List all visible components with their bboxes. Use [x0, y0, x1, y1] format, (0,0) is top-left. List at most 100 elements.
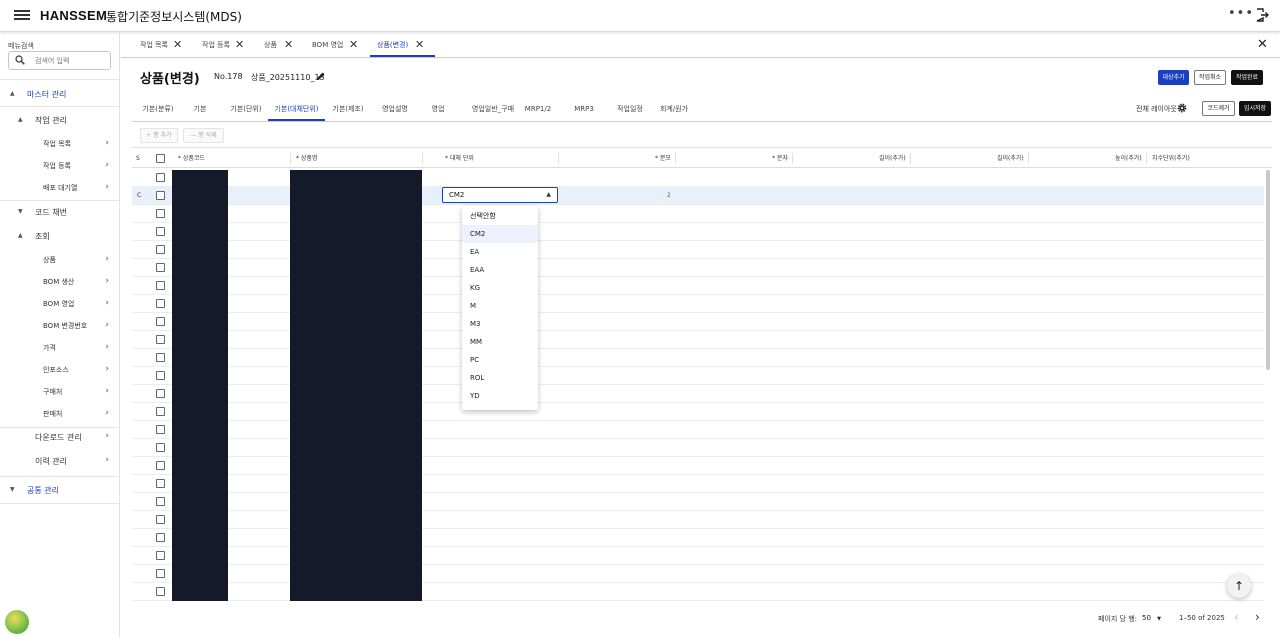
dropdown-option[interactable]: ROL — [462, 369, 538, 387]
sidebar-item-history-management[interactable]: 이력 관리 › — [0, 455, 119, 470]
row-checkbox[interactable] — [156, 443, 165, 452]
subtab-mrp12[interactable]: MRP1/2 — [523, 98, 553, 121]
row-checkbox[interactable] — [156, 263, 165, 272]
subtab-accounting-cost[interactable]: 회계/원가 — [656, 98, 692, 121]
sidebar-item-bom-change-number[interactable]: BOM 변경번호 › — [0, 320, 119, 333]
row-checkbox[interactable] — [156, 533, 165, 542]
more-options-icon[interactable]: ••• — [1228, 6, 1254, 21]
column-separator[interactable] — [910, 153, 911, 164]
sidebar-item-work-register[interactable]: 작업 등록 › — [0, 160, 119, 173]
close-tab-icon[interactable]: ✕ — [415, 33, 424, 57]
column-separator[interactable] — [558, 153, 559, 164]
sidebar-item-master[interactable]: ▲ 마스터 관리 — [0, 89, 119, 103]
column-separator[interactable] — [290, 153, 291, 164]
tab-product[interactable]: 상품 ✕ — [264, 33, 296, 57]
dropdown-option[interactable]: EAA — [462, 261, 538, 279]
row-checkbox[interactable] — [156, 587, 165, 596]
sidebar-item-work-list[interactable]: 작업 목록 › — [0, 138, 119, 151]
dropdown-option[interactable]: CM2 — [462, 225, 538, 243]
dropdown-option[interactable]: YD — [462, 387, 538, 405]
scroll-to-top-button[interactable]: ↑ — [1227, 574, 1251, 598]
row-checkbox[interactable] — [156, 425, 165, 434]
next-page-icon[interactable]: › — [1255, 610, 1260, 624]
row-checkbox[interactable] — [156, 317, 165, 326]
rows-per-page-select[interactable]: 50 ▼ — [1142, 614, 1161, 622]
column-header-length-2[interactable]: 길이(추가) — [997, 149, 1024, 168]
column-header-alt-unit[interactable]: * 대체 단위 — [445, 149, 474, 168]
column-header-product-code[interactable]: * 상품코드 — [178, 149, 205, 168]
row-checkbox[interactable] — [156, 281, 165, 290]
row-checkbox[interactable] — [156, 227, 165, 236]
close-all-tabs-icon[interactable]: ✕ — [1257, 37, 1268, 52]
alt-unit-select[interactable]: CM2 ▲ — [442, 187, 558, 203]
sidebar-item-deploy-queue[interactable]: 배포 대기열 › — [0, 182, 119, 195]
column-separator[interactable] — [1028, 153, 1029, 164]
grid-vertical-scrollbar[interactable] — [1266, 170, 1270, 370]
sidebar-item-bom-production[interactable]: BOM 생산 › — [0, 276, 119, 289]
tab-product-change[interactable]: 상품(변경) ✕ — [370, 33, 435, 57]
column-header-status[interactable]: S — [136, 149, 140, 168]
sidebar-item-seller[interactable]: 판매처 › — [0, 408, 119, 421]
close-tab-icon[interactable]: ✕ — [284, 33, 293, 57]
temp-save-button[interactable]: 임시저장 — [1239, 101, 1271, 116]
subtab-basic-manufacture[interactable]: 기본(제조) — [328, 98, 368, 121]
row-checkbox[interactable] — [156, 569, 165, 578]
sidebar-item-product[interactable]: 상품 › — [0, 254, 119, 267]
column-header-numerator[interactable]: * 분자 — [772, 149, 788, 168]
column-header-denominator[interactable]: * 분모 — [655, 149, 671, 168]
sidebar-item-inquiry[interactable]: ▲ 조회 — [0, 231, 119, 245]
column-separator[interactable] — [422, 153, 423, 164]
logout-icon[interactable] — [1255, 8, 1269, 22]
subtab-basic[interactable]: 기본 — [188, 98, 212, 121]
subtab-sales-general-purchase[interactable]: 영업일반_구매 — [465, 98, 521, 121]
hamburger-menu-icon[interactable] — [14, 8, 30, 24]
subtab-sales[interactable]: 영업 — [426, 98, 450, 121]
sidebar-item-price[interactable]: 가격 › — [0, 342, 119, 355]
row-checkbox[interactable] — [156, 497, 165, 506]
select-all-checkbox[interactable] — [156, 154, 165, 163]
menu-search-input[interactable] — [35, 54, 107, 67]
column-header-product-name[interactable]: * 상품명 — [296, 149, 317, 168]
row-checkbox[interactable] — [156, 515, 165, 524]
row-checkbox[interactable] — [156, 551, 165, 560]
cancel-work-button[interactable]: 작업취소 — [1194, 70, 1226, 85]
row-checkbox[interactable] — [156, 173, 165, 182]
row-checkbox[interactable] — [156, 191, 165, 200]
column-separator[interactable] — [675, 153, 676, 164]
subtab-basic-alt-unit[interactable]: 기본(대체단위) — [268, 98, 325, 121]
column-header-length-1[interactable]: 길이(추가) — [879, 149, 906, 168]
sidebar-item-work-management[interactable]: ▲ 작업 관리 — [0, 115, 119, 129]
previous-page-icon[interactable]: ‹ — [1234, 610, 1239, 624]
sidebar-item-supplier[interactable]: 구매처 › — [0, 386, 119, 399]
row-checkbox[interactable] — [156, 389, 165, 398]
delete-row-button[interactable]: — 행 삭제 — [183, 128, 224, 143]
close-tab-icon[interactable]: ✕ — [173, 33, 182, 57]
dropdown-option[interactable]: PC — [462, 351, 538, 369]
tab-work-list[interactable]: 작업 목록 ✕ — [140, 33, 198, 57]
subtab-basic-unit[interactable]: 기본(단위) — [226, 98, 266, 121]
add-target-button[interactable]: 대상추가 — [1158, 70, 1189, 85]
close-tab-icon[interactable]: ✕ — [235, 33, 244, 57]
subtab-work-schedule[interactable]: 작업일정 — [612, 98, 648, 121]
denominator-cell-value[interactable]: 2 — [667, 192, 671, 199]
row-checkbox[interactable] — [156, 209, 165, 218]
row-checkbox[interactable] — [156, 371, 165, 380]
complete-work-button[interactable]: 작업완료 — [1231, 70, 1263, 85]
subtab-sales-description[interactable]: 영업설명 — [376, 98, 414, 121]
edit-pencil-icon[interactable] — [316, 71, 326, 81]
row-checkbox[interactable] — [156, 461, 165, 470]
dropdown-option[interactable]: EA — [462, 243, 538, 261]
dropdown-option[interactable]: MM — [462, 333, 538, 351]
row-checkbox[interactable] — [156, 353, 165, 362]
sidebar-item-info-source[interactable]: 인포소스 › — [0, 364, 119, 377]
row-checkbox[interactable] — [156, 479, 165, 488]
gear-icon[interactable] — [1177, 103, 1187, 113]
subtab-mrp3[interactable]: MRP3 — [568, 98, 600, 121]
column-header-dimension-unit[interactable]: 치수단위(추가) — [1152, 149, 1190, 168]
sidebar-item-common-management[interactable]: ▼ 공통 관리 — [0, 485, 119, 499]
close-tab-icon[interactable]: ✕ — [349, 33, 358, 57]
row-checkbox[interactable] — [156, 407, 165, 416]
user-avatar[interactable] — [5, 610, 29, 634]
sidebar-item-download-management[interactable]: 다운로드 관리 › — [0, 431, 119, 446]
tab-bom-sales[interactable]: BOM 영업 ✕ — [312, 33, 368, 57]
